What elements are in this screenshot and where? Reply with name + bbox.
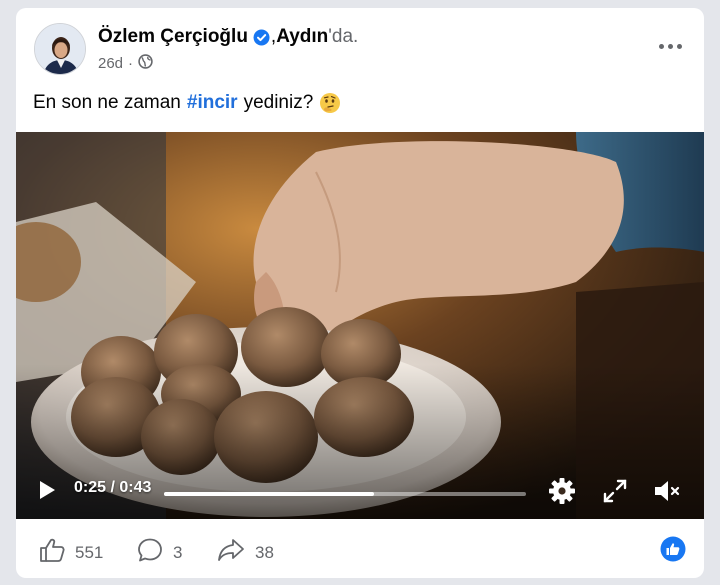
like-icon: [38, 536, 66, 569]
post-header: Özlem Çerçioğlu , Aydın 'da. 26d ·: [16, 8, 704, 86]
share-button[interactable]: 38: [216, 536, 274, 569]
video-progress-fill: [164, 492, 374, 496]
comment-count: 3: [173, 542, 183, 562]
post-footer: 551 3 38: [16, 519, 704, 578]
comment-button[interactable]: 3: [136, 536, 182, 569]
post-card: Özlem Çerçioğlu , Aydın 'da. 26d · En so…: [16, 8, 704, 578]
more-options-icon[interactable]: [652, 34, 688, 58]
post-text-start: En son ne zaman: [33, 92, 181, 113]
thinking-face-icon: [319, 92, 341, 114]
post-meta: 26d ·: [98, 54, 153, 73]
play-icon[interactable]: [36, 479, 58, 501]
post-text-end: yediniz?: [243, 92, 314, 113]
comment-icon: [136, 536, 164, 569]
like-button[interactable]: 551: [38, 536, 103, 569]
settings-icon[interactable]: [547, 476, 577, 506]
like-badge-icon[interactable]: [660, 536, 686, 562]
avatar[interactable]: [34, 23, 86, 75]
video-progress-bar[interactable]: [164, 492, 526, 496]
author-line: Özlem Çerçioğlu , Aydın 'da.: [98, 24, 358, 50]
location-link[interactable]: Aydın: [276, 26, 328, 48]
globe-icon: [138, 54, 153, 73]
meta-separator: ·: [128, 55, 134, 72]
like-count: 551: [75, 542, 104, 562]
mute-icon[interactable]: [652, 476, 682, 506]
verified-icon: [253, 29, 270, 46]
author-name[interactable]: Özlem Çerçioğlu: [98, 26, 248, 48]
share-icon: [216, 536, 246, 569]
post-text: En son ne zaman #incir yediniz?: [33, 92, 341, 114]
video-time: 0:25 / 0:43: [74, 479, 152, 496]
location-suffix: 'da.: [328, 26, 359, 47]
hashtag-link[interactable]: #incir: [187, 92, 238, 114]
video-player[interactable]: 0:25 / 0:43: [16, 132, 704, 519]
fullscreen-icon[interactable]: [600, 476, 630, 506]
post-timestamp[interactable]: 26d: [98, 55, 123, 72]
video-controls: 0:25 / 0:43: [16, 459, 704, 519]
share-count: 38: [255, 542, 274, 562]
